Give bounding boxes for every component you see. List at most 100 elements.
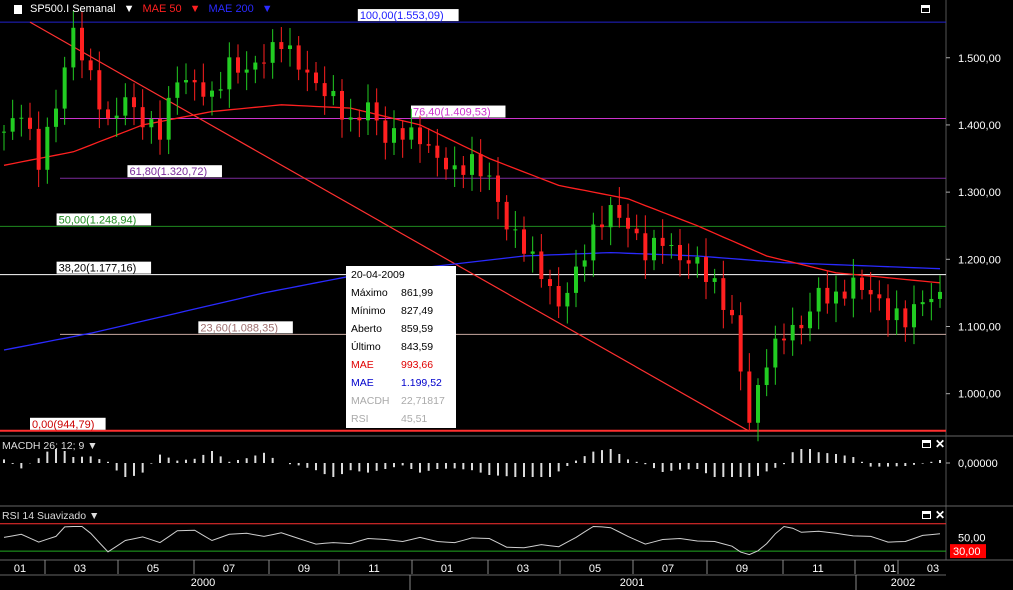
candle-body bbox=[574, 266, 578, 293]
candle-body bbox=[418, 127, 422, 145]
candle-body bbox=[218, 89, 223, 91]
x-month-label: 07 bbox=[223, 563, 235, 575]
candle-body bbox=[825, 287, 830, 304]
ma2-label[interactable]: MAE 200 bbox=[209, 3, 254, 15]
macd-maximize-icon[interactable] bbox=[922, 440, 931, 448]
rsi-title[interactable]: RSI 14 Suavizado ▼ bbox=[2, 510, 99, 522]
candle-body bbox=[132, 97, 136, 108]
candle-body bbox=[140, 107, 145, 128]
tooltip-label: Aberto bbox=[351, 323, 382, 335]
candle-body bbox=[383, 120, 388, 143]
candle-body bbox=[444, 157, 448, 170]
candle-body bbox=[634, 228, 639, 234]
ma50-line bbox=[3, 104, 941, 284]
x-year-label: 2000 bbox=[191, 577, 215, 589]
x-year-label: 2001 bbox=[620, 577, 644, 589]
candle-body bbox=[782, 338, 786, 341]
candle-body bbox=[279, 42, 284, 50]
tooltip-label: RSI bbox=[351, 413, 369, 425]
x-month-label: 01 bbox=[441, 563, 453, 575]
tooltip-row: MAE 1.199,52 bbox=[351, 374, 451, 392]
candle-body bbox=[678, 244, 682, 261]
y-tick-label: 1.100,00 bbox=[958, 322, 1001, 334]
candle-body bbox=[877, 294, 882, 299]
ma2-dropdown-icon[interactable]: ▼ bbox=[262, 3, 273, 15]
candle-body bbox=[374, 102, 379, 121]
candle-body bbox=[591, 224, 596, 261]
tooltip-row: Aberto 859,59 bbox=[351, 320, 451, 338]
candle-body bbox=[764, 367, 769, 386]
candle-body bbox=[149, 119, 154, 128]
ohlc-tooltip: 20-04-2009 Máximo 861,99 Mínimo 827,49 Abert… bbox=[346, 266, 456, 428]
candle-body bbox=[513, 229, 518, 231]
candle-body bbox=[114, 115, 119, 119]
symbol-dropdown-icon[interactable]: ▼ bbox=[124, 3, 135, 15]
candle-body bbox=[886, 298, 890, 321]
y-tick-label: 1.500,00 bbox=[958, 53, 1001, 65]
x-month-label: 11 bbox=[368, 563, 379, 575]
tooltip-value: 859,59 bbox=[401, 323, 434, 335]
candle-body bbox=[721, 278, 726, 310]
rsi-dropdown-icon[interactable]: ▼ bbox=[89, 510, 99, 522]
candle-body bbox=[227, 57, 232, 90]
candle-body bbox=[643, 233, 648, 261]
candle-body bbox=[565, 292, 570, 307]
candle-body bbox=[54, 108, 58, 127]
fib-label: 61,80(1.320,72) bbox=[129, 166, 207, 178]
tooltip-value: 45,51 bbox=[401, 413, 428, 425]
tooltip-value: 22,71817 bbox=[401, 395, 445, 407]
y-tick-label: 1.300,00 bbox=[958, 187, 1001, 199]
x-year-label: 2002 bbox=[891, 577, 915, 589]
macd-close-icon[interactable]: ✕ bbox=[935, 438, 945, 450]
candle-body bbox=[530, 251, 535, 254]
candle-body bbox=[28, 117, 32, 129]
candle-body bbox=[288, 45, 292, 50]
candle-body bbox=[695, 257, 700, 264]
chart-canvas[interactable]: 1.500,00 1.400,00 1.300,00 1.200,00 1.100,00… bbox=[0, 0, 1013, 590]
y-tick-label: 1.400,00 bbox=[958, 120, 1001, 132]
ma1-dropdown-icon[interactable]: ▼ bbox=[190, 3, 201, 15]
candle-body bbox=[704, 257, 708, 282]
symbol-icon bbox=[14, 4, 22, 14]
candle-body bbox=[652, 237, 656, 261]
tooltip-row: Mínimo 827,49 bbox=[351, 302, 451, 320]
macd-title[interactable]: MACDH 26; 12; 9 ▼ bbox=[2, 440, 98, 452]
candle-body bbox=[201, 82, 206, 97]
candle-body bbox=[548, 279, 552, 287]
rsi-close-icon[interactable]: ✕ bbox=[935, 509, 945, 521]
candle-body bbox=[556, 286, 561, 307]
candle-body bbox=[158, 119, 162, 140]
fib-label: 0,00(944,79) bbox=[32, 419, 94, 431]
symbol-label[interactable]: SP500.I Semanal bbox=[30, 3, 116, 15]
candle-body bbox=[62, 67, 67, 109]
tooltip-label: MACDH bbox=[351, 395, 390, 407]
candle-body bbox=[452, 165, 457, 170]
candle-body bbox=[730, 309, 734, 316]
fib-label: 76,40(1.409,53) bbox=[413, 107, 491, 119]
tooltip-value: 827,49 bbox=[401, 305, 434, 317]
candle-body bbox=[314, 72, 318, 84]
candle-body bbox=[19, 117, 24, 119]
candle-body bbox=[357, 117, 362, 121]
candle-body bbox=[600, 224, 604, 228]
rsi-title-label: RSI 14 Suavizado bbox=[2, 510, 87, 522]
chart-header: SP500.I Semanal ▼ MAE 50 ▼ MAE 200 ▼ bbox=[14, 3, 273, 15]
candle-body bbox=[45, 126, 50, 170]
tooltip-row: RSI 45,51 bbox=[351, 410, 451, 428]
candle-body bbox=[920, 302, 925, 305]
candle-body bbox=[478, 154, 483, 177]
tooltip-value: 843,59 bbox=[401, 341, 434, 353]
candle-body bbox=[253, 62, 258, 70]
candle-body bbox=[296, 45, 301, 70]
candle-body bbox=[210, 90, 214, 97]
tooltip-row: Máximo 861,99 bbox=[351, 284, 451, 302]
candle-body bbox=[773, 338, 778, 368]
maximize-icon[interactable] bbox=[921, 5, 930, 13]
candle-body bbox=[305, 69, 310, 73]
macd-dropdown-icon[interactable]: ▼ bbox=[87, 440, 97, 452]
candle-body bbox=[435, 145, 440, 158]
rsi-maximize-icon[interactable] bbox=[922, 511, 931, 519]
fib-label: 23,60(1.088,35) bbox=[200, 322, 278, 334]
ma1-label[interactable]: MAE 50 bbox=[143, 3, 182, 15]
candle-body bbox=[712, 278, 717, 282]
